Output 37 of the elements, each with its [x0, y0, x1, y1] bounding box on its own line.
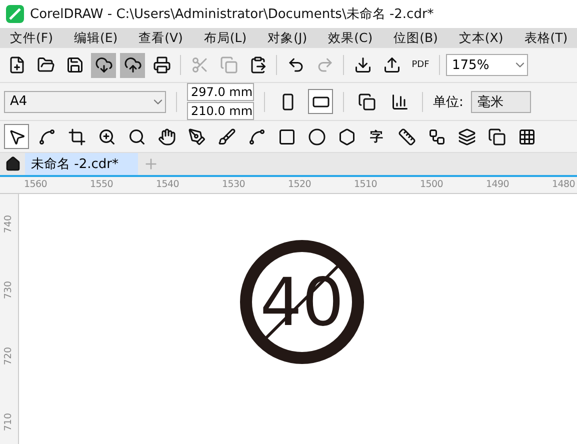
ruler-label: 730 — [3, 280, 15, 301]
window-title: CorelDRAW - C:\Users\Administrator\Documents\未命名 -2.cdr* — [30, 6, 434, 23]
height-field[interactable]: 210.0 mm — [187, 102, 254, 120]
page-size-dropdown[interactable]: A4 — [4, 90, 166, 112]
zoom-dropdown[interactable]: 175% — [446, 54, 528, 76]
ruler-label: 1510 — [354, 179, 377, 190]
menu-item[interactable]: 对象(J) — [258, 28, 318, 48]
ruler-label: 1550 — [90, 179, 113, 190]
ruler-label: 710 — [3, 412, 15, 433]
ruler-label: 1480 — [552, 179, 575, 190]
pointer-tool[interactable] — [4, 124, 29, 149]
menu-item[interactable]: 文本(X) — [448, 28, 514, 48]
menu-item[interactable]: 查看(V) — [128, 28, 194, 48]
width-field[interactable]: 297.0 mm — [187, 83, 254, 101]
unit-label: 单位: — [433, 94, 464, 110]
ruler-label: 1530 — [222, 179, 245, 190]
ruler-label: 1500 — [420, 179, 443, 190]
document-tab[interactable]: 未命名 -2.cdr* — [25, 153, 138, 175]
menu-item[interactable]: 编辑(E) — [64, 28, 129, 48]
ruler-label: 720 — [3, 346, 15, 367]
landscape-button[interactable] — [308, 89, 333, 114]
ruler-label: 740 — [3, 214, 15, 235]
menu-item[interactable]: 效果(C) — [318, 28, 384, 48]
ruler-label: 1540 — [156, 179, 179, 190]
menu-item[interactable]: 文件(F) — [0, 28, 64, 48]
menu-item[interactable]: 表格(T) — [514, 28, 577, 48]
unit-dropdown[interactable]: 毫米 — [471, 90, 532, 112]
menu-item[interactable]: 布局(L) — [194, 28, 258, 48]
menu-item[interactable]: 位图(B) — [384, 28, 449, 48]
ruler-label: 1560 — [24, 179, 47, 190]
ruler-label: 1520 — [288, 179, 311, 190]
cloud-download-icon[interactable] — [91, 52, 116, 78]
app-logo-icon — [6, 5, 24, 23]
cloud-upload-icon[interactable] — [120, 52, 145, 78]
ruler-label: 1490 — [486, 179, 509, 190]
pdf-button[interactable]: PDF — [408, 52, 433, 78]
text-tool[interactable]: 字 — [364, 124, 389, 149]
